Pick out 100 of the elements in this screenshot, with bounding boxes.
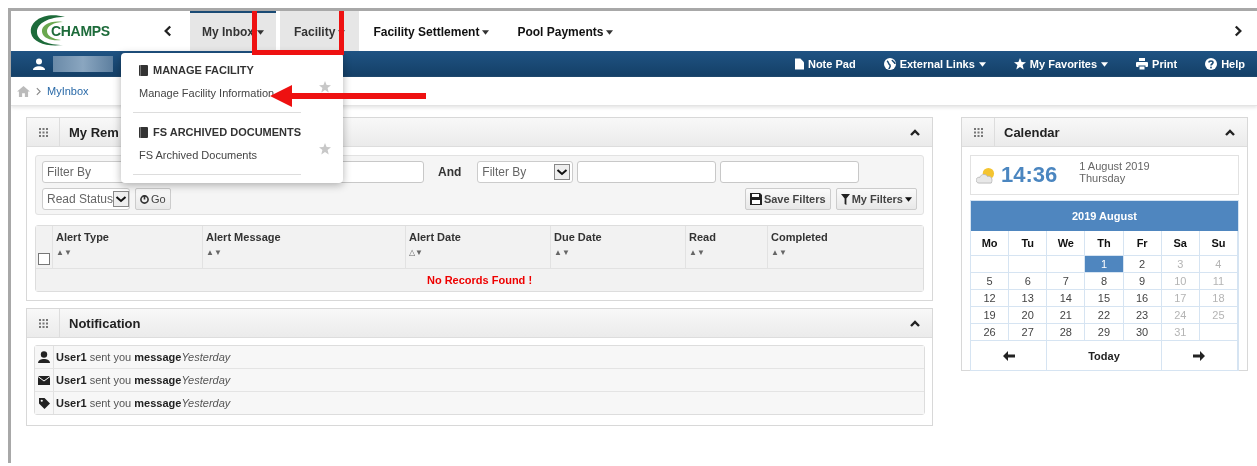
read-status-select[interactable]: Read Status <box>42 188 130 210</box>
toolbar-link[interactable]: External Links <box>883 58 986 70</box>
toolbar-link[interactable]: Help <box>1205 58 1245 70</box>
empty-calendar-cell <box>1009 256 1048 273</box>
toolbar-link[interactable]: Print <box>1136 58 1178 70</box>
grid-icon[interactable] <box>973 127 983 137</box>
clock-time: 14:36 <box>1001 162 1058 188</box>
column-header[interactable]: Alert Type <box>56 231 109 243</box>
chevron-right-icon <box>36 86 41 96</box>
grid-icon[interactable] <box>38 318 48 328</box>
favorite-star-icon[interactable] <box>319 81 331 93</box>
calendar-day[interactable]: 7 <box>1047 273 1086 290</box>
filter-input[interactable] <box>577 161 717 183</box>
menu-section-heading: FS ARCHIVED DOCUMENTS <box>153 126 302 138</box>
nav-tab[interactable]: Facility <box>280 11 360 51</box>
user-icon <box>38 351 50 363</box>
menu-item[interactable]: Manage Facility Information <box>139 87 275 99</box>
user-icon[interactable] <box>33 58 45 70</box>
sort-arrows[interactable]: ▲▼ <box>206 248 222 257</box>
calendar-day[interactable]: 21 <box>1047 307 1086 324</box>
dropdown-caret-icon[interactable] <box>554 164 571 180</box>
sort-arrows[interactable]: ▲▼ <box>771 248 787 257</box>
sort-arrows[interactable]: ▲▼ <box>554 248 570 257</box>
calendar-day[interactable]: 20 <box>1009 307 1048 324</box>
favorite-star-icon[interactable] <box>319 143 331 155</box>
column-header[interactable]: Due Date <box>554 231 602 243</box>
column-header[interactable]: Read <box>689 231 716 243</box>
calendar-day[interactable]: 1 <box>1085 256 1124 273</box>
nav-tab[interactable]: Pool Payments <box>503 11 628 51</box>
power-icon <box>140 194 149 204</box>
sort-arrows[interactable]: △▼ <box>409 248 423 257</box>
weekday-header: Su <box>1199 231 1238 256</box>
weekday-header: Fr <box>1123 231 1162 256</box>
go-button[interactable]: Go <box>135 188 171 210</box>
collapse-icon[interactable] <box>910 319 920 327</box>
document-icon <box>794 58 804 70</box>
notification-text[interactable]: User1 sent you messageYesterday <box>56 397 231 409</box>
previous-arrow-icon[interactable] <box>1002 350 1015 361</box>
today-button[interactable]: Today <box>1088 349 1120 362</box>
caret-icon <box>606 29 614 35</box>
calendar-day[interactable]: 19 <box>971 307 1010 324</box>
caret-icon <box>482 29 490 35</box>
nav-tab[interactable]: Facility Settlement <box>359 11 504 51</box>
calendar-day[interactable]: 30 <box>1123 324 1162 341</box>
chevron-left-icon[interactable] <box>163 25 172 37</box>
calendar-day[interactable]: 16 <box>1123 290 1162 307</box>
column-header[interactable]: Alert Date <box>409 231 461 243</box>
sort-arrows[interactable]: ▲▼ <box>56 248 72 257</box>
collapse-icon[interactable] <box>1225 128 1235 136</box>
no-records-message: No Records Found ! <box>426 274 533 286</box>
next-arrow-icon[interactable] <box>1193 350 1206 361</box>
calendar-day[interactable]: 2 <box>1123 256 1162 273</box>
notification-text[interactable]: User1 sent you messageYesterday <box>56 374 231 386</box>
weekday-header: Tu <box>1009 231 1048 256</box>
filter-input[interactable] <box>720 161 860 183</box>
calendar-day[interactable]: 5 <box>971 273 1010 290</box>
book-icon <box>139 64 148 76</box>
weekday-header: Sa <box>1161 231 1200 256</box>
collapse-icon[interactable] <box>910 128 920 136</box>
sort-arrows[interactable]: ▲▼ <box>689 248 705 257</box>
toolbar-link[interactable]: My Favorites <box>1013 58 1109 70</box>
star-icon <box>1013 58 1026 70</box>
current-date: 1 August 2019 <box>1079 160 1150 172</box>
my-filters-button[interactable]: My Filters <box>835 188 917 210</box>
calendar-day[interactable]: 6 <box>1009 273 1048 290</box>
calendar-day[interactable]: 29 <box>1085 324 1124 341</box>
grid-icon[interactable] <box>38 127 48 137</box>
calendar-day[interactable]: 13 <box>1009 290 1048 307</box>
dropdown-caret-icon[interactable] <box>113 191 130 207</box>
and-label: And <box>438 165 462 179</box>
save-filters-button[interactable]: Save Filters <box>744 188 831 210</box>
calendar-day[interactable]: 8 <box>1085 273 1124 290</box>
chevron-right-icon[interactable] <box>1234 25 1243 37</box>
breadcrumb-link[interactable]: MyInbox <box>47 85 89 97</box>
globe-icon <box>883 58 896 70</box>
month-title: 2019 August <box>971 201 1238 231</box>
tag-icon <box>38 397 50 409</box>
panel-title: Calendar <box>1004 124 1060 140</box>
weekday-header: Mo <box>971 231 1010 256</box>
calendar-day[interactable]: 9 <box>1123 273 1162 290</box>
calendar-day[interactable]: 15 <box>1085 290 1124 307</box>
column-header[interactable]: Completed <box>771 231 828 243</box>
menu-item[interactable]: FS Archived Documents <box>139 149 257 161</box>
help-icon <box>1205 58 1218 70</box>
select-all-checkbox[interactable] <box>38 253 50 265</box>
calendar-day[interactable]: 26 <box>971 324 1010 341</box>
notification-text[interactable]: User1 sent you messageYesterday <box>56 351 231 363</box>
current-weekday: Thursday <box>1079 172 1127 184</box>
caret-icon <box>905 196 912 202</box>
column-header[interactable]: Alert Message <box>206 231 281 243</box>
calendar-day[interactable]: 23 <box>1123 307 1162 324</box>
calendar-day[interactable]: 22 <box>1085 307 1124 324</box>
champs-logo[interactable]: CHAMPS <box>27 13 137 49</box>
nav-tab[interactable]: My Inbox <box>190 11 276 51</box>
calendar-day[interactable]: 27 <box>1009 324 1048 341</box>
toolbar-link[interactable]: Note Pad <box>794 58 856 70</box>
calendar-day[interactable]: 14 <box>1047 290 1086 307</box>
calendar-day[interactable]: 28 <box>1047 324 1086 341</box>
calendar-day[interactable]: 12 <box>971 290 1010 307</box>
filter-select[interactable]: Filter By <box>477 161 574 183</box>
